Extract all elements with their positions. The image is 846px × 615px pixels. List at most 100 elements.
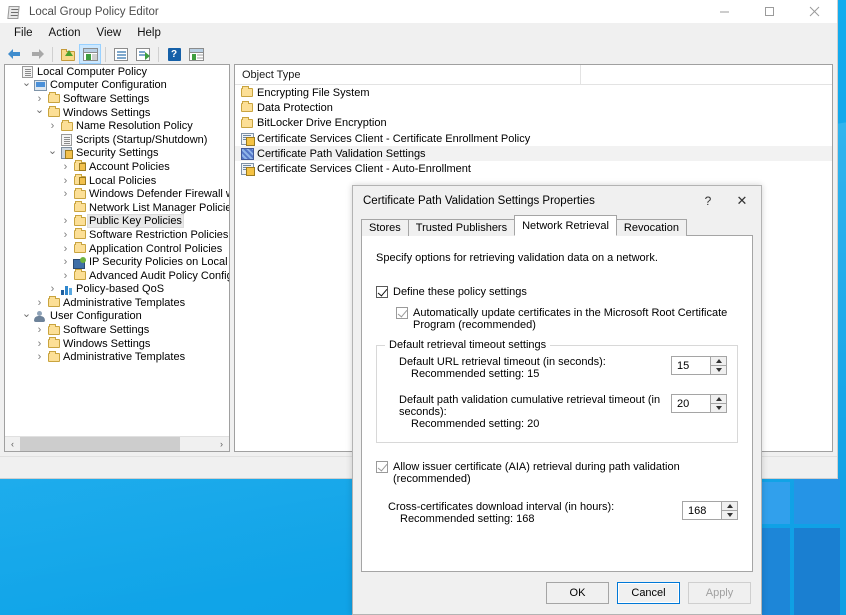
tree-item-security-settings[interactable]: Security Settings [5, 147, 229, 161]
dialog-help-button[interactable]: ? [693, 186, 723, 216]
tree-item-ip-security-policies-on-local-comput[interactable]: IP Security Policies on Local Comput [5, 255, 229, 269]
tree-item-software-settings[interactable]: Software Settings [5, 323, 229, 337]
tree-item-windows-settings[interactable]: Windows Settings [5, 337, 229, 351]
tree-item-account-policies[interactable]: Account Policies [5, 160, 229, 174]
path-validation-timeout-spinner[interactable]: 20 [671, 394, 727, 413]
chevron-right-icon[interactable] [59, 175, 72, 187]
define-policy-settings-row[interactable]: Define these policy settings [376, 286, 738, 298]
cross-certificates-input[interactable]: 168 [682, 501, 721, 520]
cancel-button[interactable]: Cancel [617, 582, 680, 604]
tree-item-advanced-audit-policy-configuration[interactable]: Advanced Audit Policy Configuration [5, 269, 229, 283]
auto-update-certificates-row[interactable]: Automatically update certificates in the… [396, 307, 738, 331]
show-hide-tree-button[interactable] [79, 44, 101, 64]
tree-item-software-restriction-policies[interactable]: Software Restriction Policies [5, 228, 229, 242]
chevron-down-icon[interactable] [33, 106, 46, 119]
list-item[interactable]: Certificate Path Validation Settings [235, 146, 832, 161]
tab-trusted-publishers[interactable]: Trusted Publishers [408, 219, 515, 236]
path-validation-timeout-input[interactable]: 20 [671, 394, 710, 413]
tree-item-local-computer-policy[interactable]: Local Computer Policy [5, 65, 229, 79]
chevron-right-icon[interactable] [59, 161, 72, 173]
tree-item-network-list-manager-policies[interactable]: Network List Manager Policies [5, 201, 229, 215]
chevron-right-icon[interactable] [33, 351, 46, 363]
tree-item-user-configuration[interactable]: User Configuration [5, 310, 229, 324]
tree-horizontal-scrollbar[interactable]: ‹ › [5, 436, 229, 451]
chevron-right-icon[interactable] [59, 243, 72, 255]
tree-item-administrative-templates[interactable]: Administrative Templates [5, 350, 229, 364]
list-item[interactable]: Encrypting File System [235, 85, 832, 100]
tree-item-windows-defender-firewall-with-adv[interactable]: Windows Defender Firewall with Adv [5, 187, 229, 201]
scroll-track[interactable] [20, 437, 214, 452]
ok-button[interactable]: OK [546, 582, 609, 604]
maximize-button[interactable] [747, 0, 792, 23]
list-item[interactable]: Certificate Services Client - Auto-Enrol… [235, 161, 832, 176]
tab-revocation[interactable]: Revocation [616, 219, 687, 236]
list-item[interactable]: BitLocker Drive Encryption [235, 116, 832, 131]
chevron-right-icon[interactable] [59, 188, 72, 200]
tab-stores[interactable]: Stores [361, 219, 409, 236]
apply-button[interactable]: Apply [688, 582, 751, 604]
user-icon [34, 311, 47, 322]
tree-item-policy-based-qos[interactable]: Policy-based QoS [5, 283, 229, 297]
list-item-label: Certificate Services Client - Certificat… [257, 133, 530, 145]
tree-item-windows-settings[interactable]: Windows Settings [5, 106, 229, 120]
define-policy-settings-checkbox[interactable] [376, 286, 388, 298]
scroll-left-button[interactable]: ‹ [5, 437, 20, 452]
auto-update-certificates-checkbox[interactable] [396, 307, 408, 319]
chevron-right-icon[interactable] [59, 229, 72, 241]
url-timeout-decrement-button[interactable] [710, 365, 727, 375]
column-divider[interactable] [580, 65, 581, 84]
tab-network-retrieval[interactable]: Network Retrieval [514, 215, 617, 236]
list-item-label: BitLocker Drive Encryption [257, 117, 387, 129]
export-list-button[interactable] [132, 44, 154, 64]
column-header-object-type[interactable]: Object Type [235, 69, 301, 81]
tree-item-local-policies[interactable]: Local Policies [5, 174, 229, 188]
chevron-right-icon[interactable] [59, 256, 72, 268]
chevron-right-icon[interactable] [33, 338, 46, 350]
chevron-down-icon[interactable] [20, 310, 33, 323]
cert-path-validation-icon [241, 148, 254, 160]
url-retrieval-timeout-input[interactable]: 15 [671, 356, 710, 375]
chevron-right-icon[interactable] [33, 297, 46, 309]
up-one-level-button[interactable] [57, 44, 79, 64]
help-button[interactable]: ? [163, 44, 185, 64]
chevron-right-icon[interactable] [59, 215, 72, 227]
cross-certificates-spinner[interactable]: 168 [682, 501, 738, 520]
chevron-right-icon[interactable] [46, 120, 59, 132]
url-timeout-increment-button[interactable] [710, 356, 727, 365]
tree-item-computer-configuration[interactable]: Computer Configuration [5, 79, 229, 93]
menu-help[interactable]: Help [129, 25, 169, 41]
url-retrieval-timeout-spinner[interactable]: 15 [671, 356, 727, 375]
list-item[interactable]: Certificate Services Client - Certificat… [235, 131, 832, 146]
path-timeout-decrement-button[interactable] [710, 403, 727, 413]
spinner-down-icon [716, 368, 722, 372]
tree-item-public-key-policies[interactable]: Public Key Policies [5, 215, 229, 229]
properties-button[interactable] [110, 44, 132, 64]
scroll-thumb[interactable] [20, 437, 180, 452]
dialog-close-button[interactable]: ✕ [723, 186, 761, 216]
menu-action[interactable]: Action [41, 25, 89, 41]
tree-item-application-control-policies[interactable]: Application Control Policies [5, 242, 229, 256]
tree-item-administrative-templates[interactable]: Administrative Templates [5, 296, 229, 310]
minimize-button[interactable] [702, 0, 747, 23]
view-button[interactable] [185, 44, 207, 64]
forward-button[interactable] [26, 44, 48, 64]
path-timeout-increment-button[interactable] [710, 394, 727, 403]
tree-item-scripts-startup-shutdown[interactable]: Scripts (Startup/Shutdown) [5, 133, 229, 147]
chevron-right-icon[interactable] [59, 270, 72, 282]
allow-aia-retrieval-checkbox[interactable] [376, 461, 388, 473]
back-button[interactable] [4, 44, 26, 64]
cross-cert-increment-button[interactable] [721, 501, 738, 510]
console-tree[interactable]: Local Computer PolicyComputer Configurat… [5, 65, 229, 436]
chevron-down-icon[interactable] [20, 79, 33, 92]
menu-view[interactable]: View [89, 25, 130, 41]
cross-cert-decrement-button[interactable] [721, 510, 738, 520]
chevron-down-icon[interactable] [46, 147, 59, 160]
tree-item-name-resolution-policy[interactable]: Name Resolution Policy [5, 119, 229, 133]
list-item[interactable]: Data Protection [235, 100, 832, 115]
close-button[interactable] [792, 0, 837, 23]
allow-aia-retrieval-row[interactable]: Allow issuer certificate (AIA) retrieval… [376, 461, 738, 485]
chevron-right-icon[interactable] [46, 283, 59, 295]
menu-file[interactable]: File [6, 25, 41, 41]
chevron-right-icon[interactable] [33, 324, 46, 336]
scroll-right-button[interactable]: › [214, 437, 229, 452]
